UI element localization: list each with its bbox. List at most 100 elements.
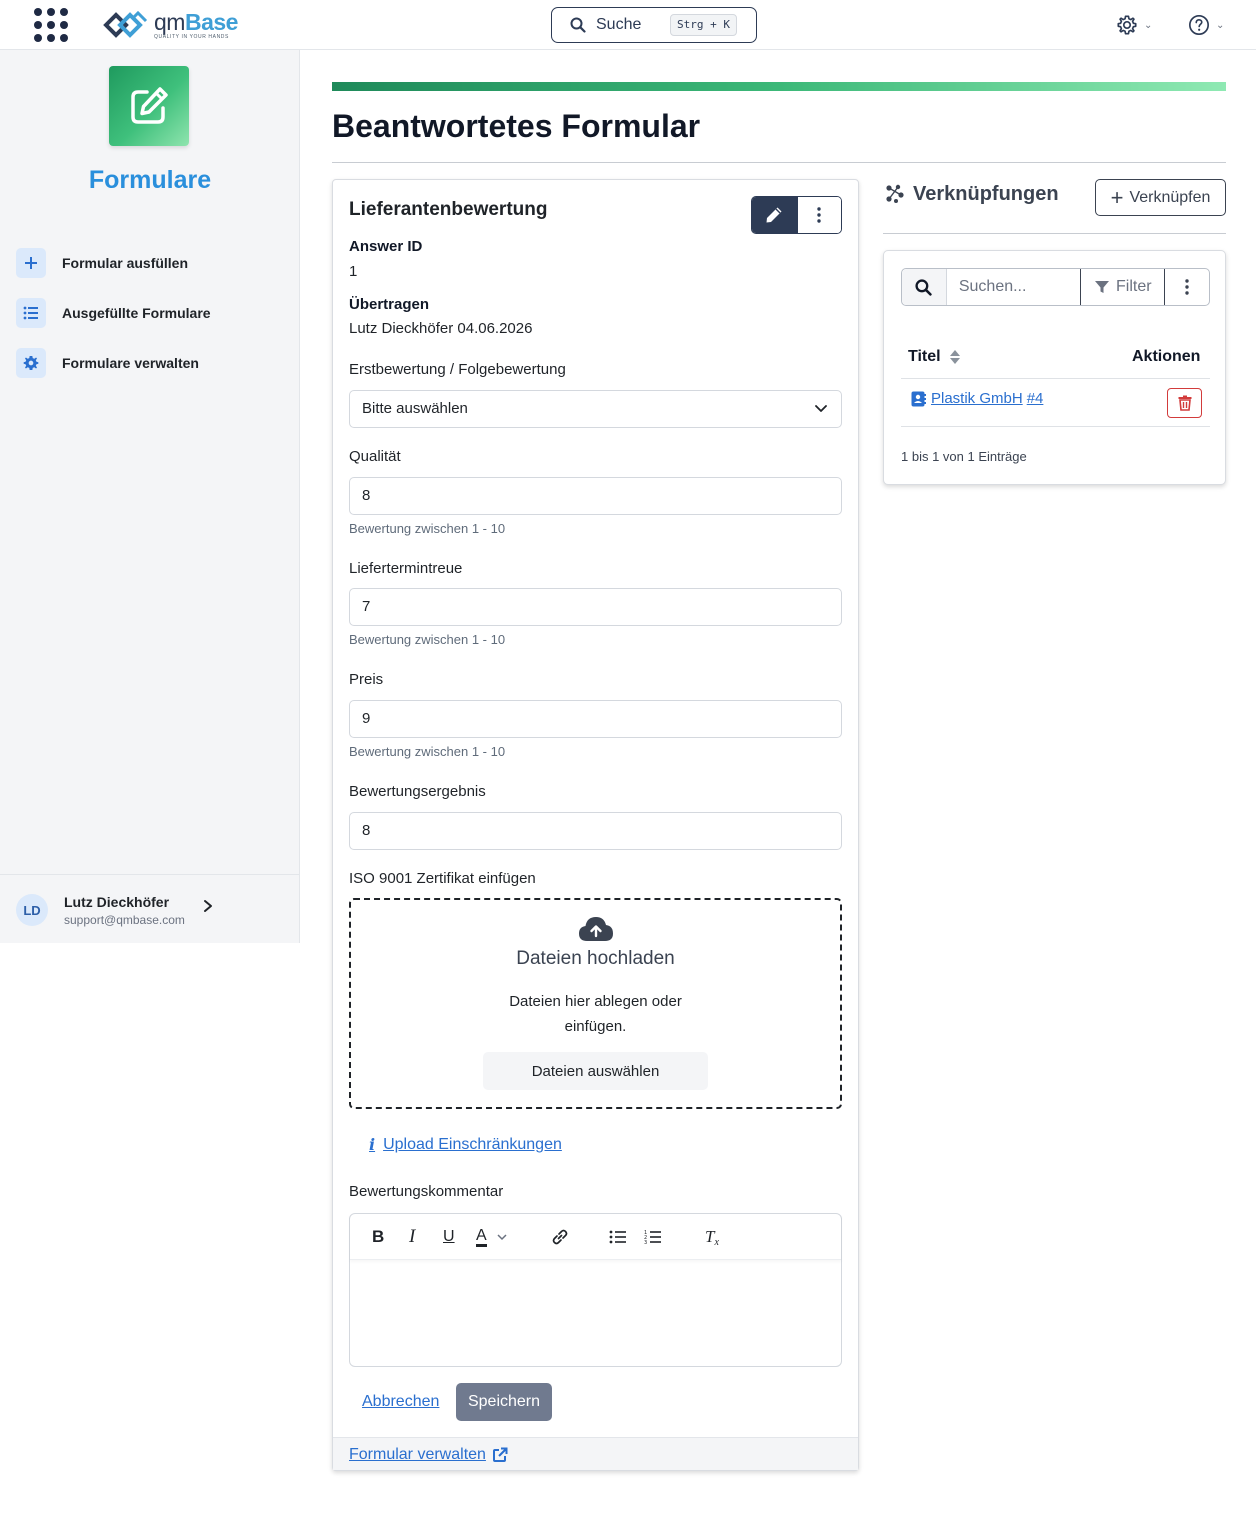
kebab-menu-icon	[817, 207, 821, 223]
divider	[901, 426, 1210, 427]
bewertungsergebnis-input[interactable]: 8	[349, 812, 842, 850]
bullet-list-icon[interactable]	[609, 1226, 627, 1248]
sidebar-item-formulare-verwalten[interactable]: Formulare verwalten	[16, 338, 286, 388]
clear-format-icon[interactable]: Tx	[705, 1226, 719, 1248]
divider	[332, 162, 1226, 163]
filter-button[interactable]: Filter	[1080, 269, 1166, 305]
liefertermintreue-input[interactable]: 7	[349, 588, 842, 626]
dropzone-text-line: einfügen.	[564, 1018, 627, 1035]
dropzone-text: Dateien hier ablegen oder einfügen.	[351, 989, 840, 1039]
form-card-footer: Formular verwalten	[333, 1437, 858, 1470]
plus-icon	[16, 248, 46, 278]
kommentar-label: Bewertungskommentar	[349, 1183, 504, 1200]
links-search-input[interactable]: Suchen...	[947, 269, 1081, 305]
preis-input[interactable]: 9	[349, 700, 842, 738]
underline-icon[interactable]: U	[443, 1226, 455, 1248]
linked-item-link[interactable]: Plastik GmbH #4	[911, 390, 1043, 407]
sidebar-item-label: Formulare verwalten	[62, 355, 199, 371]
answer-id-label: Answer ID	[349, 238, 423, 255]
user-profile[interactable]: LD Lutz Dieckhöfer support@qmbase.com	[0, 874, 299, 943]
upload-restrictions-link[interactable]: i Upload Einschränkungen	[369, 1135, 562, 1154]
chevron-down-icon: ⌄	[1216, 19, 1225, 31]
pencil-icon	[766, 207, 782, 223]
trash-icon	[1178, 395, 1191, 411]
user-email: support@qmbase.com	[64, 913, 185, 927]
select-files-button[interactable]: Dateien auswählen	[483, 1052, 708, 1090]
top-bar: qmBase QUALITY IN YOUR HANDS Suche Strg …	[0, 0, 1256, 50]
qmbase-logo[interactable]: qmBase QUALITY IN YOUR HANDS	[102, 8, 238, 42]
search-icon[interactable]	[902, 269, 947, 305]
file-dropzone[interactable]: Dateien hochladen Dateien hier ablegen o…	[349, 898, 842, 1109]
user-name: Lutz Dieckhöfer	[64, 894, 170, 910]
qualitaet-input[interactable]: 8	[349, 477, 842, 515]
list-icon	[16, 298, 46, 328]
column-header-label: Titel	[908, 348, 941, 365]
link-icon[interactable]	[550, 1226, 570, 1248]
zertifikat-label: ISO 9001 Zertifikat einfügen	[349, 870, 536, 887]
links-title: Verknüpfungen	[913, 182, 1059, 205]
sort-icon	[949, 350, 960, 364]
column-header-titel[interactable]: Titel	[908, 348, 961, 366]
add-link-button[interactable]: + Verknüpfen	[1095, 179, 1226, 216]
qualitaet-label: Qualität	[349, 448, 401, 465]
settings-menu[interactable]: ⌄	[1116, 12, 1152, 38]
qualitaet-hint: Bewertung zwischen 1 - 10	[349, 521, 506, 536]
contact-card-icon	[911, 391, 926, 406]
global-search-button[interactable]: Suche Strg + K	[551, 7, 757, 43]
manage-form-label: Formular verwalten	[349, 1446, 486, 1463]
header-accent-bar	[332, 82, 1226, 91]
linked-item-suffix: #4	[1026, 390, 1044, 407]
search-icon	[570, 17, 586, 33]
liefertermintreue-label: Liefertermintreue	[349, 560, 463, 577]
module-title: Formulare	[88, 166, 212, 194]
text-color-icon[interactable]: A	[476, 1226, 507, 1248]
italic-icon[interactable]: I	[409, 1226, 415, 1248]
logo-mark-icon	[103, 10, 148, 38]
bold-icon[interactable]: B	[372, 1226, 384, 1248]
form-card: Lieferantenbewertung Answer ID 1 Übertra…	[332, 179, 859, 1471]
table-info: 1 bis 1 von 1 Einträge	[901, 449, 1027, 464]
help-circle-icon	[1189, 15, 1209, 35]
filter-label: Filter	[1116, 278, 1152, 295]
cloud-upload-icon	[579, 917, 613, 941]
submitted-value: Lutz Dieckhöfer 04.06.2026	[349, 320, 533, 337]
apps-grid-icon[interactable]	[34, 8, 68, 42]
sidebar-item-ausgefuellte-formulare[interactable]: Ausgefüllte Formulare	[16, 288, 286, 338]
manage-form-link[interactable]: Formular verwalten	[349, 1446, 508, 1464]
preis-label: Preis	[349, 671, 384, 688]
column-header-aktionen: Aktionen	[1132, 348, 1201, 365]
more-options-button[interactable]	[796, 197, 841, 233]
numbered-list-icon[interactable]: 123	[644, 1226, 662, 1248]
gear-icon	[16, 348, 46, 378]
pencil-square-icon	[131, 87, 168, 124]
dropzone-title: Dateien hochladen	[516, 948, 675, 969]
cancel-link[interactable]: Abbrechen	[362, 1393, 439, 1411]
info-icon: i	[369, 1135, 376, 1154]
links-card: Suchen... Filter Titel Aktionen Plastik …	[883, 250, 1226, 485]
external-link-icon	[492, 1447, 508, 1462]
dropzone-text-line: Dateien hier ablegen oder	[509, 993, 682, 1010]
bewertungsergebnis-label: Bewertungsergebnis	[349, 783, 486, 800]
save-button[interactable]: Speichern	[456, 1383, 552, 1421]
links-header: Verknüpfungen	[885, 181, 1059, 207]
sidebar-item-label: Formular ausfüllen	[62, 255, 189, 271]
sidebar-item-label: Ausgefüllte Formulare	[62, 305, 211, 321]
delete-link-button[interactable]	[1167, 388, 1202, 418]
rich-text-editor: B I U A 123 Tx	[349, 1213, 842, 1367]
forms-module-tile	[109, 66, 189, 146]
erstbewertung-select[interactable]: Bitte auswählen	[349, 390, 842, 428]
page-title: Beantwortetes Formular	[332, 108, 701, 144]
divider	[883, 233, 1226, 234]
help-menu[interactable]: ⌄	[1188, 12, 1224, 38]
edit-button[interactable]	[752, 197, 797, 233]
comment-editor-body[interactable]	[350, 1261, 841, 1366]
sidebar: Formulare Formular ausfüllen Ausgefüllte…	[0, 50, 300, 943]
table-options-button[interactable]	[1165, 269, 1209, 305]
kebab-menu-icon	[1185, 279, 1189, 295]
liefertermintreue-hint: Bewertung zwischen 1 - 10	[349, 632, 506, 647]
logo-name-base: Base	[184, 8, 238, 35]
settings-gear-icon	[1117, 15, 1137, 35]
sidebar-item-formular-ausfuellen[interactable]: Formular ausfüllen	[16, 238, 286, 288]
chevron-down-icon	[497, 1233, 507, 1240]
chevron-down-icon: ⌄	[1144, 19, 1153, 31]
